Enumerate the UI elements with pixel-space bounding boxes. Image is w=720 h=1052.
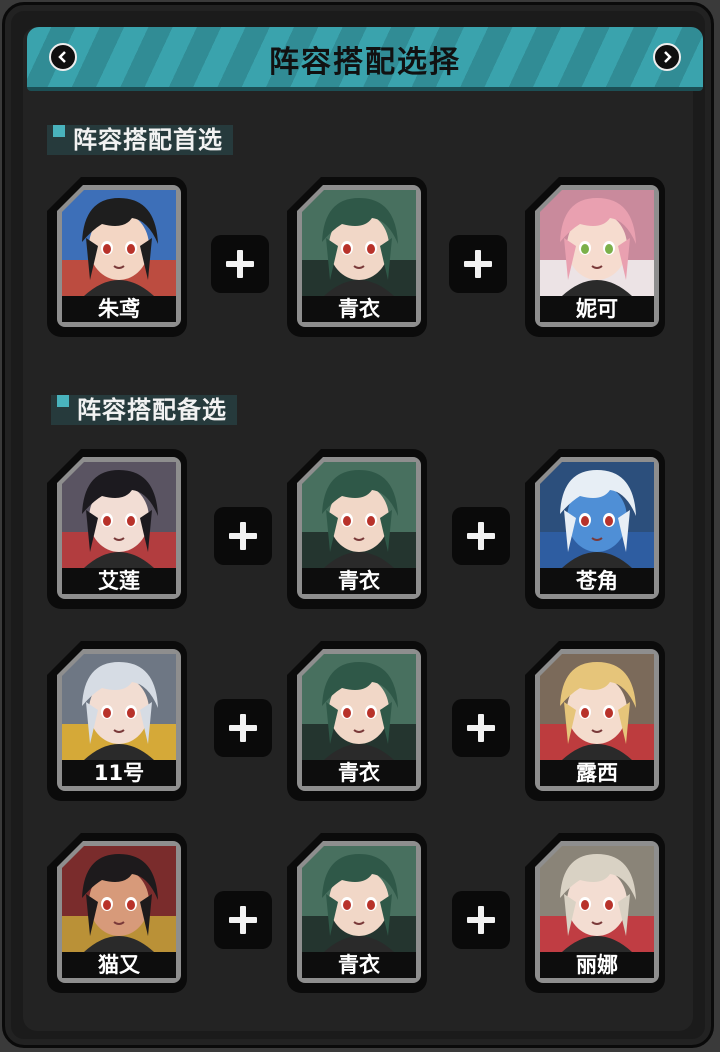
plus-separator [214,699,272,757]
plus-icon [229,522,257,550]
section-title-label: 阵容搭配首选 [73,126,223,154]
plus-separator [214,891,272,949]
agent-portrait [62,462,176,568]
agent-portrait [302,654,416,760]
portrait-art [540,462,654,568]
agent-card[interactable]: 青衣 [287,641,427,801]
agent-name: 猫又 [62,952,176,978]
section-marker [53,125,65,137]
section-marker [57,395,69,407]
plus-icon [229,906,257,934]
agent-card[interactable]: 青衣 [287,449,427,609]
plus-separator [452,891,510,949]
page-title: 阵容搭配选择 [269,45,461,80]
plus-icon [464,250,492,278]
agent-name: 11号 [62,760,176,786]
portrait-art [62,846,176,952]
plus-separator [452,699,510,757]
portrait-art [540,654,654,760]
agent-card[interactable]: 苍角 [525,449,665,609]
panel-header: 阵容搭配选择 [27,27,703,91]
portrait-art [540,190,654,296]
plus-icon [467,714,495,742]
agent-portrait [62,190,176,296]
agent-portrait [540,654,654,760]
section-title-primary: 阵容搭配首选 [47,125,233,155]
plus-icon [229,714,257,742]
portrait-art [302,846,416,952]
portrait-art [62,190,176,296]
portrait-art [302,654,416,760]
agent-portrait [302,190,416,296]
agent-name: 青衣 [302,760,416,786]
portrait-art [62,462,176,568]
plus-icon [467,522,495,550]
agent-name: 艾莲 [62,568,176,594]
agent-portrait [540,190,654,296]
section-title-alternate: 阵容搭配备选 [51,395,237,425]
agent-name: 露西 [540,760,654,786]
agent-card[interactable]: 丽娜 [525,833,665,993]
lineup-panel: 阵容搭配选择 阵容搭配首选 朱鸢 青衣 妮可 阵容搭配备选 艾莲 青衣 苍角 1… [2,2,714,1048]
portrait-art [62,654,176,760]
agent-portrait [302,846,416,952]
agent-card[interactable]: 青衣 [287,177,427,337]
portrait-art [302,190,416,296]
agent-portrait [302,462,416,568]
agent-card[interactable]: 猫又 [47,833,187,993]
plus-separator [214,507,272,565]
plus-separator [449,235,507,293]
agent-portrait [62,846,176,952]
agent-card[interactable]: 青衣 [287,833,427,993]
agent-name: 妮可 [540,296,654,322]
agent-name: 苍角 [540,568,654,594]
agent-name: 丽娜 [540,952,654,978]
next-button[interactable] [653,43,681,71]
section-title-label: 阵容搭配备选 [77,396,227,424]
agent-name: 青衣 [302,952,416,978]
plus-icon [226,250,254,278]
agent-name: 青衣 [302,568,416,594]
portrait-art [302,462,416,568]
agent-name: 朱鸢 [62,296,176,322]
agent-portrait [62,654,176,760]
agent-card[interactable]: 11号 [47,641,187,801]
agent-name: 青衣 [302,296,416,322]
plus-icon [467,906,495,934]
portrait-art [540,846,654,952]
agent-card[interactable]: 露西 [525,641,665,801]
agent-portrait [540,846,654,952]
agent-portrait [540,462,654,568]
plus-separator [211,235,269,293]
agent-card[interactable]: 朱鸢 [47,177,187,337]
agent-card[interactable]: 艾莲 [47,449,187,609]
chevron-right-icon [664,51,672,63]
agent-card[interactable]: 妮可 [525,177,665,337]
plus-separator [452,507,510,565]
